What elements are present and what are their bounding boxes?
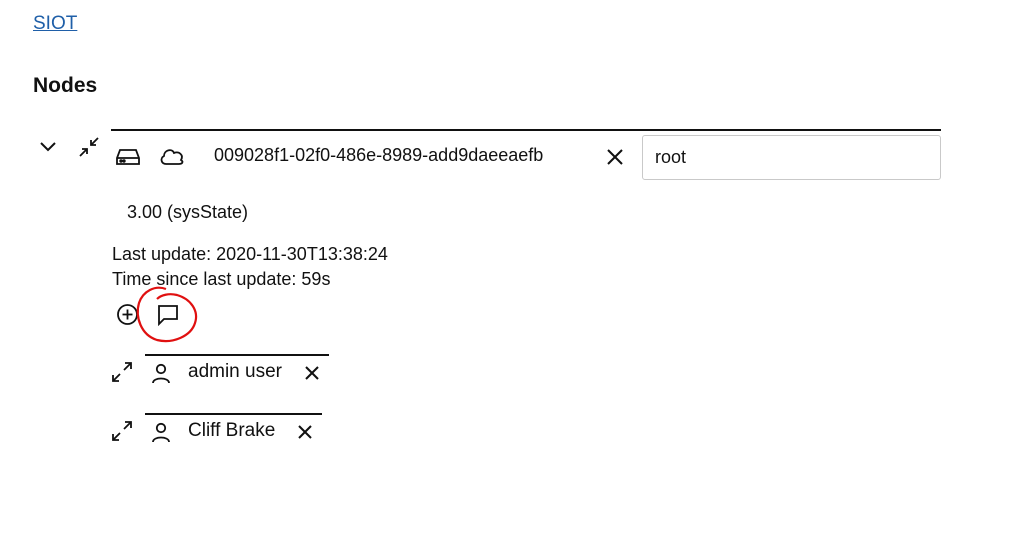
child-node-name: admin user: [188, 361, 282, 382]
child-node-name: Cliff Brake: [188, 420, 276, 441]
node-divider: [111, 129, 941, 131]
user-icon: [150, 362, 172, 384]
expand-arrows-icon[interactable]: [111, 361, 133, 383]
child-divider: [145, 413, 322, 415]
node-id: 009028f1-02f0-486e-8989-add9daeeaefb: [214, 145, 544, 165]
siot-home-link[interactable]: SIOT: [33, 13, 77, 35]
collapse-arrows-icon[interactable]: [78, 136, 100, 158]
close-icon[interactable]: [304, 365, 320, 381]
node-name-input[interactable]: [642, 135, 941, 180]
last-update-text: Last update: 2020-11-30T13:38:24: [112, 244, 388, 264]
close-icon[interactable]: [297, 424, 313, 440]
annotation-circle: [133, 283, 203, 345]
close-icon[interactable]: [606, 148, 624, 166]
cloud-icon: [159, 147, 185, 167]
sys-state-value: 3.00 (sysState): [127, 202, 249, 222]
page-title: Nodes: [33, 74, 98, 97]
chevron-down-icon[interactable]: [39, 139, 57, 153]
expand-arrows-icon[interactable]: [111, 420, 133, 442]
device-icon: [116, 148, 140, 166]
child-divider: [145, 354, 329, 356]
user-icon: [150, 421, 172, 443]
